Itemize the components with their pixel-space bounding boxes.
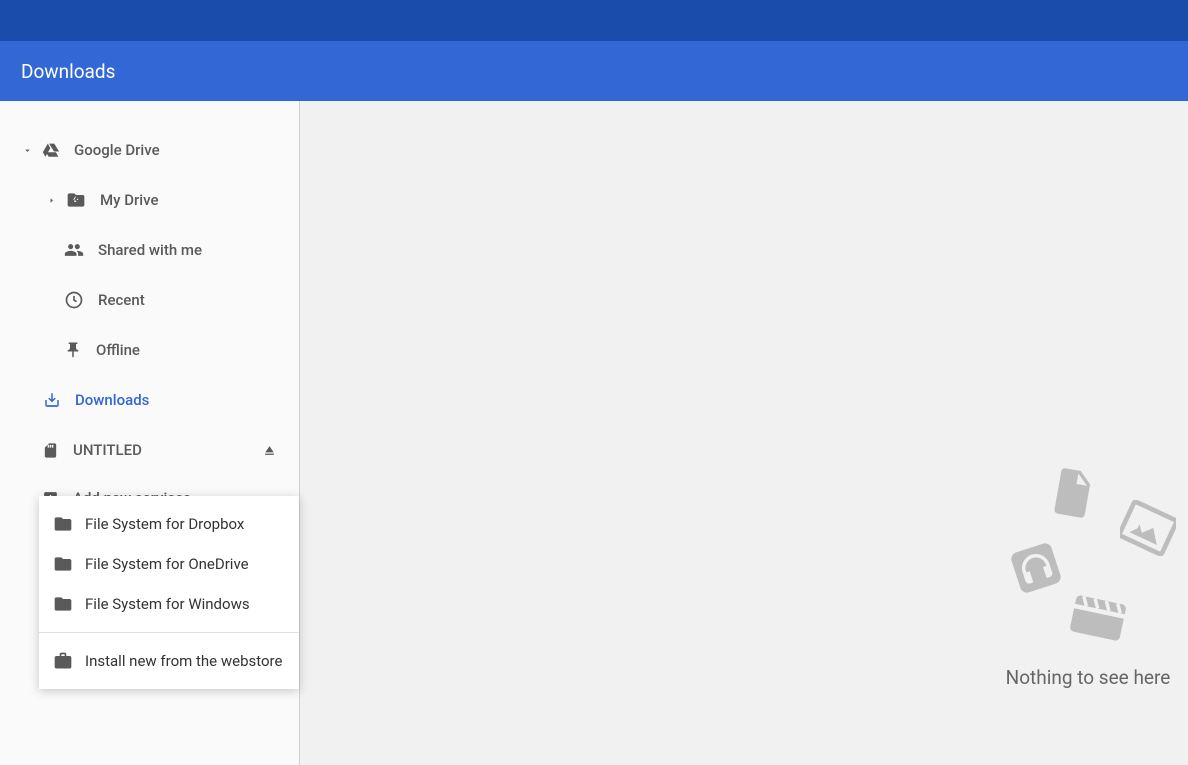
- document-icon: [1050, 466, 1096, 520]
- sidebar-item-shared-with-me[interactable]: Shared with me: [0, 225, 299, 275]
- main-area: Nothing to see here: [300, 101, 1188, 765]
- sidebar-item-label: Recent: [98, 291, 299, 309]
- sd-card-icon: [42, 442, 59, 459]
- add-services-popup: File System for Dropbox File System for …: [39, 496, 299, 689]
- sidebar-item-downloads[interactable]: Downloads: [0, 375, 299, 425]
- sidebar-item-recent[interactable]: Recent: [0, 275, 299, 325]
- sidebar-item-offline[interactable]: Offline: [0, 325, 299, 375]
- sidebar-item-label: Google Drive: [74, 141, 299, 159]
- sidebar-item-my-drive[interactable]: My Drive: [0, 175, 299, 225]
- folder-icon: [53, 514, 73, 534]
- popup-item-windows[interactable]: File System for Windows: [39, 584, 299, 624]
- clock-icon: [64, 290, 84, 310]
- chevron-down-icon: [20, 145, 34, 156]
- title-bar: Downloads: [0, 41, 1188, 101]
- popup-item-label: File System for Dropbox: [85, 515, 244, 533]
- empty-state-illustration: [1008, 466, 1168, 646]
- sidebar-item-label: Downloads: [75, 391, 299, 409]
- page-title: Downloads: [21, 60, 115, 83]
- briefcase-icon: [53, 651, 73, 671]
- popup-item-onedrive[interactable]: File System for OneDrive: [39, 544, 299, 584]
- chevron-right-icon: [44, 195, 58, 206]
- sidebar: Google Drive My Drive Shared with me Rec…: [0, 101, 300, 765]
- sidebar-item-label: UNTITLED: [73, 441, 262, 459]
- sidebar-item-label: My Drive: [100, 191, 299, 209]
- folder-icon: [53, 554, 73, 574]
- popup-item-label: Install new from the webstore: [85, 652, 282, 670]
- folder-drive-icon: [66, 190, 86, 210]
- clapperboard-icon: [1068, 590, 1128, 646]
- people-icon: [64, 240, 84, 260]
- pin-icon: [64, 341, 82, 359]
- popup-item-label: File System for Windows: [85, 595, 250, 613]
- content-area: Google Drive My Drive Shared with me Rec…: [0, 101, 1188, 765]
- drive-icon: [42, 141, 60, 159]
- popup-item-label: File System for OneDrive: [85, 555, 249, 573]
- popup-item-dropbox[interactable]: File System for Dropbox: [39, 504, 299, 544]
- image-icon: [1120, 500, 1176, 556]
- empty-state-text: Nothing to see here: [978, 666, 1188, 689]
- sidebar-item-label: Shared with me: [98, 241, 299, 259]
- download-icon: [43, 391, 61, 409]
- eject-button[interactable]: [262, 443, 277, 458]
- sidebar-item-untitled[interactable]: UNTITLED: [0, 425, 299, 475]
- folder-icon: [53, 594, 73, 614]
- empty-state: Nothing to see here: [978, 466, 1188, 689]
- popup-item-install-webstore[interactable]: Install new from the webstore: [39, 641, 299, 681]
- window-top-bar: [0, 0, 1188, 41]
- headphones-icon: [1008, 540, 1064, 596]
- sidebar-item-google-drive[interactable]: Google Drive: [0, 125, 299, 175]
- sidebar-item-label: Offline: [96, 341, 299, 359]
